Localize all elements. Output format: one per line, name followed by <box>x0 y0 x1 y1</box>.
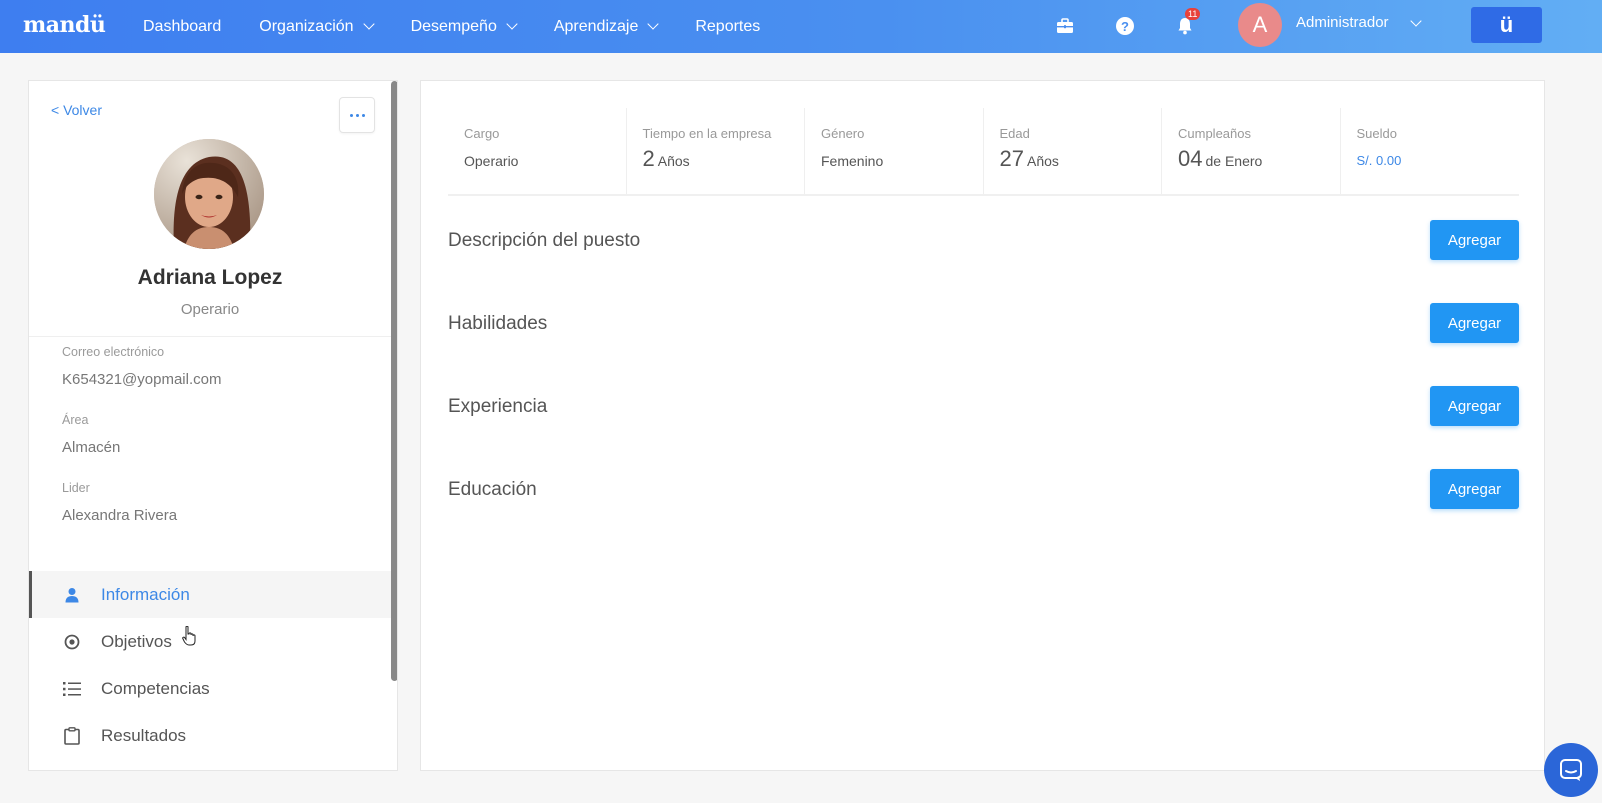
brand-button[interactable]: ü <box>1471 7 1542 43</box>
app-logo[interactable]: mandü <box>23 12 106 38</box>
email-value: K654321@yopmail.com <box>62 371 222 388</box>
main-nav: Dashboard Organización Desempeño Aprendi… <box>143 0 798 53</box>
stat-edad-number: 27 <box>999 146 1024 171</box>
user-menu-name[interactable]: Administrador <box>1296 14 1389 31</box>
more-options-button[interactable] <box>339 97 375 133</box>
dot-icon <box>349 113 353 117</box>
mouse-pointer-icon <box>182 625 196 651</box>
stat-cargo-label: Cargo <box>464 126 500 141</box>
section-educacion: Educación Agregar <box>448 469 1519 509</box>
menu-competencias[interactable]: Competencias <box>29 665 391 712</box>
stats-row: Cargo Operario Tiempo en la empresa 2 Año… <box>448 108 1519 196</box>
stat-cumpleanos: Cumpleaños 04 de Enero <box>1162 108 1341 194</box>
stat-sueldo-label: Sueldo <box>1356 126 1397 141</box>
briefcase-icon[interactable] <box>1054 15 1076 37</box>
section-title: Experiencia <box>448 396 548 417</box>
stat-cargo: Cargo Operario <box>448 108 627 194</box>
chevron-down-icon[interactable] <box>1410 15 1422 27</box>
clipboard-icon <box>63 726 81 745</box>
section-title: Educación <box>448 479 537 500</box>
stat-tiempo-unit: Años <box>657 153 690 169</box>
stat-genero: Género Femenino <box>805 108 984 194</box>
notification-badge: 11 <box>1185 8 1201 20</box>
menu-resultados-label: Resultados <box>101 725 187 745</box>
stat-cumpleanos-day: 04 <box>1178 146 1203 171</box>
section-title: Descripción del puesto <box>448 230 641 251</box>
nav-aprendizaje-label: Aprendizaje <box>553 17 639 35</box>
area-value: Almacén <box>62 439 121 456</box>
user-icon <box>63 586 81 604</box>
stat-edad-value: 27 Años <box>1000 146 1059 172</box>
stat-tiempo: Tiempo en la empresa 2 Años <box>627 108 805 194</box>
nav-aprendizaje[interactable]: Aprendizaje <box>553 17 660 36</box>
stat-sueldo-value[interactable]: S/. 0.00 <box>1357 153 1402 168</box>
nav-desempeno-label: Desempeño <box>410 17 497 35</box>
nav-organizacion-label: Organización <box>259 17 354 35</box>
add-experiencia-button[interactable]: Agregar <box>1430 386 1519 426</box>
section-title: Habilidades <box>448 313 548 334</box>
section-experiencia: Experiencia Agregar <box>448 386 1519 426</box>
stat-cargo-value: Operario <box>464 153 519 169</box>
section-habilidades: Habilidades Agregar <box>448 303 1519 343</box>
email-label: Correo electrónico <box>62 345 165 359</box>
scrollbar-thumb[interactable] <box>391 81 397 681</box>
stat-tiempo-number: 2 <box>642 146 655 171</box>
back-link[interactable]: < Volver <box>51 102 102 118</box>
stat-cumpleanos-month: de Enero <box>1205 153 1263 169</box>
menu-informacion[interactable]: Información <box>29 571 391 618</box>
list-icon <box>63 680 81 698</box>
stat-cumpleanos-value: 04 de Enero <box>1178 146 1262 172</box>
chevron-down-icon <box>506 18 518 30</box>
section-descripcion-puesto: Descripción del puesto Agregar <box>448 220 1519 260</box>
nav-reportes-label: Reportes <box>695 17 761 35</box>
stat-edad-unit: Años <box>1026 153 1059 169</box>
employee-role: Operario <box>180 301 240 318</box>
nav-desempeno[interactable]: Desempeño <box>410 17 518 36</box>
employee-photo <box>154 139 264 249</box>
employee-profile-panel: < Volver Adriana Lopez Operario Correo e… <box>28 80 398 771</box>
dot-icon <box>361 113 365 117</box>
help-icon[interactable]: ? <box>1114 15 1136 37</box>
leader-label: Lider <box>62 481 90 495</box>
stat-edad: Edad 27 Años <box>984 108 1162 194</box>
menu-objetivos-label: Objetivos <box>101 631 172 651</box>
stat-cumpleanos-label: Cumpleaños <box>1178 126 1251 141</box>
dot-icon <box>355 113 359 117</box>
add-habilidades-button[interactable]: Agregar <box>1430 303 1519 343</box>
bell-icon[interactable]: 11 <box>1174 8 1201 37</box>
top-navigation-bar: mandü Dashboard Organización Desempeño A… <box>0 0 1602 53</box>
nav-dashboard[interactable]: Dashboard <box>143 18 221 36</box>
stat-tiempo-value: 2 Años <box>643 146 690 172</box>
stat-edad-label: Edad <box>999 126 1030 141</box>
employee-info-panel: Cargo Operario Tiempo en la empresa 2 Año… <box>420 80 1545 771</box>
nav-dashboard-label: Dashboard <box>143 17 222 35</box>
divider <box>29 336 391 337</box>
add-descripcion-button[interactable]: Agregar <box>1430 220 1519 260</box>
nav-reportes[interactable]: Reportes <box>695 18 760 36</box>
nav-organizacion[interactable]: Organización <box>259 17 375 36</box>
user-avatar[interactable]: A <box>1238 3 1282 47</box>
target-icon <box>63 633 81 651</box>
menu-resultados[interactable]: Resultados <box>29 712 391 759</box>
stat-tiempo-label: Tiempo en la empresa <box>642 126 772 141</box>
add-educacion-button[interactable]: Agregar <box>1430 469 1519 509</box>
chevron-down-icon <box>647 18 660 30</box>
chat-icon <box>1560 759 1582 781</box>
menu-objetivos[interactable]: Objetivos <box>29 618 391 665</box>
chat-launcher-button[interactable] <box>1544 743 1598 797</box>
stat-sueldo: Sueldo S/. 0.00 <box>1341 108 1520 194</box>
employee-name: Adriana Lopez <box>137 266 283 289</box>
area-label: Área <box>62 413 89 427</box>
menu-competencias-label: Competencias <box>101 678 210 698</box>
chevron-down-icon <box>362 18 375 30</box>
stat-genero-label: Género <box>821 126 865 141</box>
menu-informacion-label: Información <box>101 584 190 604</box>
stat-genero-value: Femenino <box>821 153 884 169</box>
leader-value: Alexandra Rivera <box>62 507 178 524</box>
